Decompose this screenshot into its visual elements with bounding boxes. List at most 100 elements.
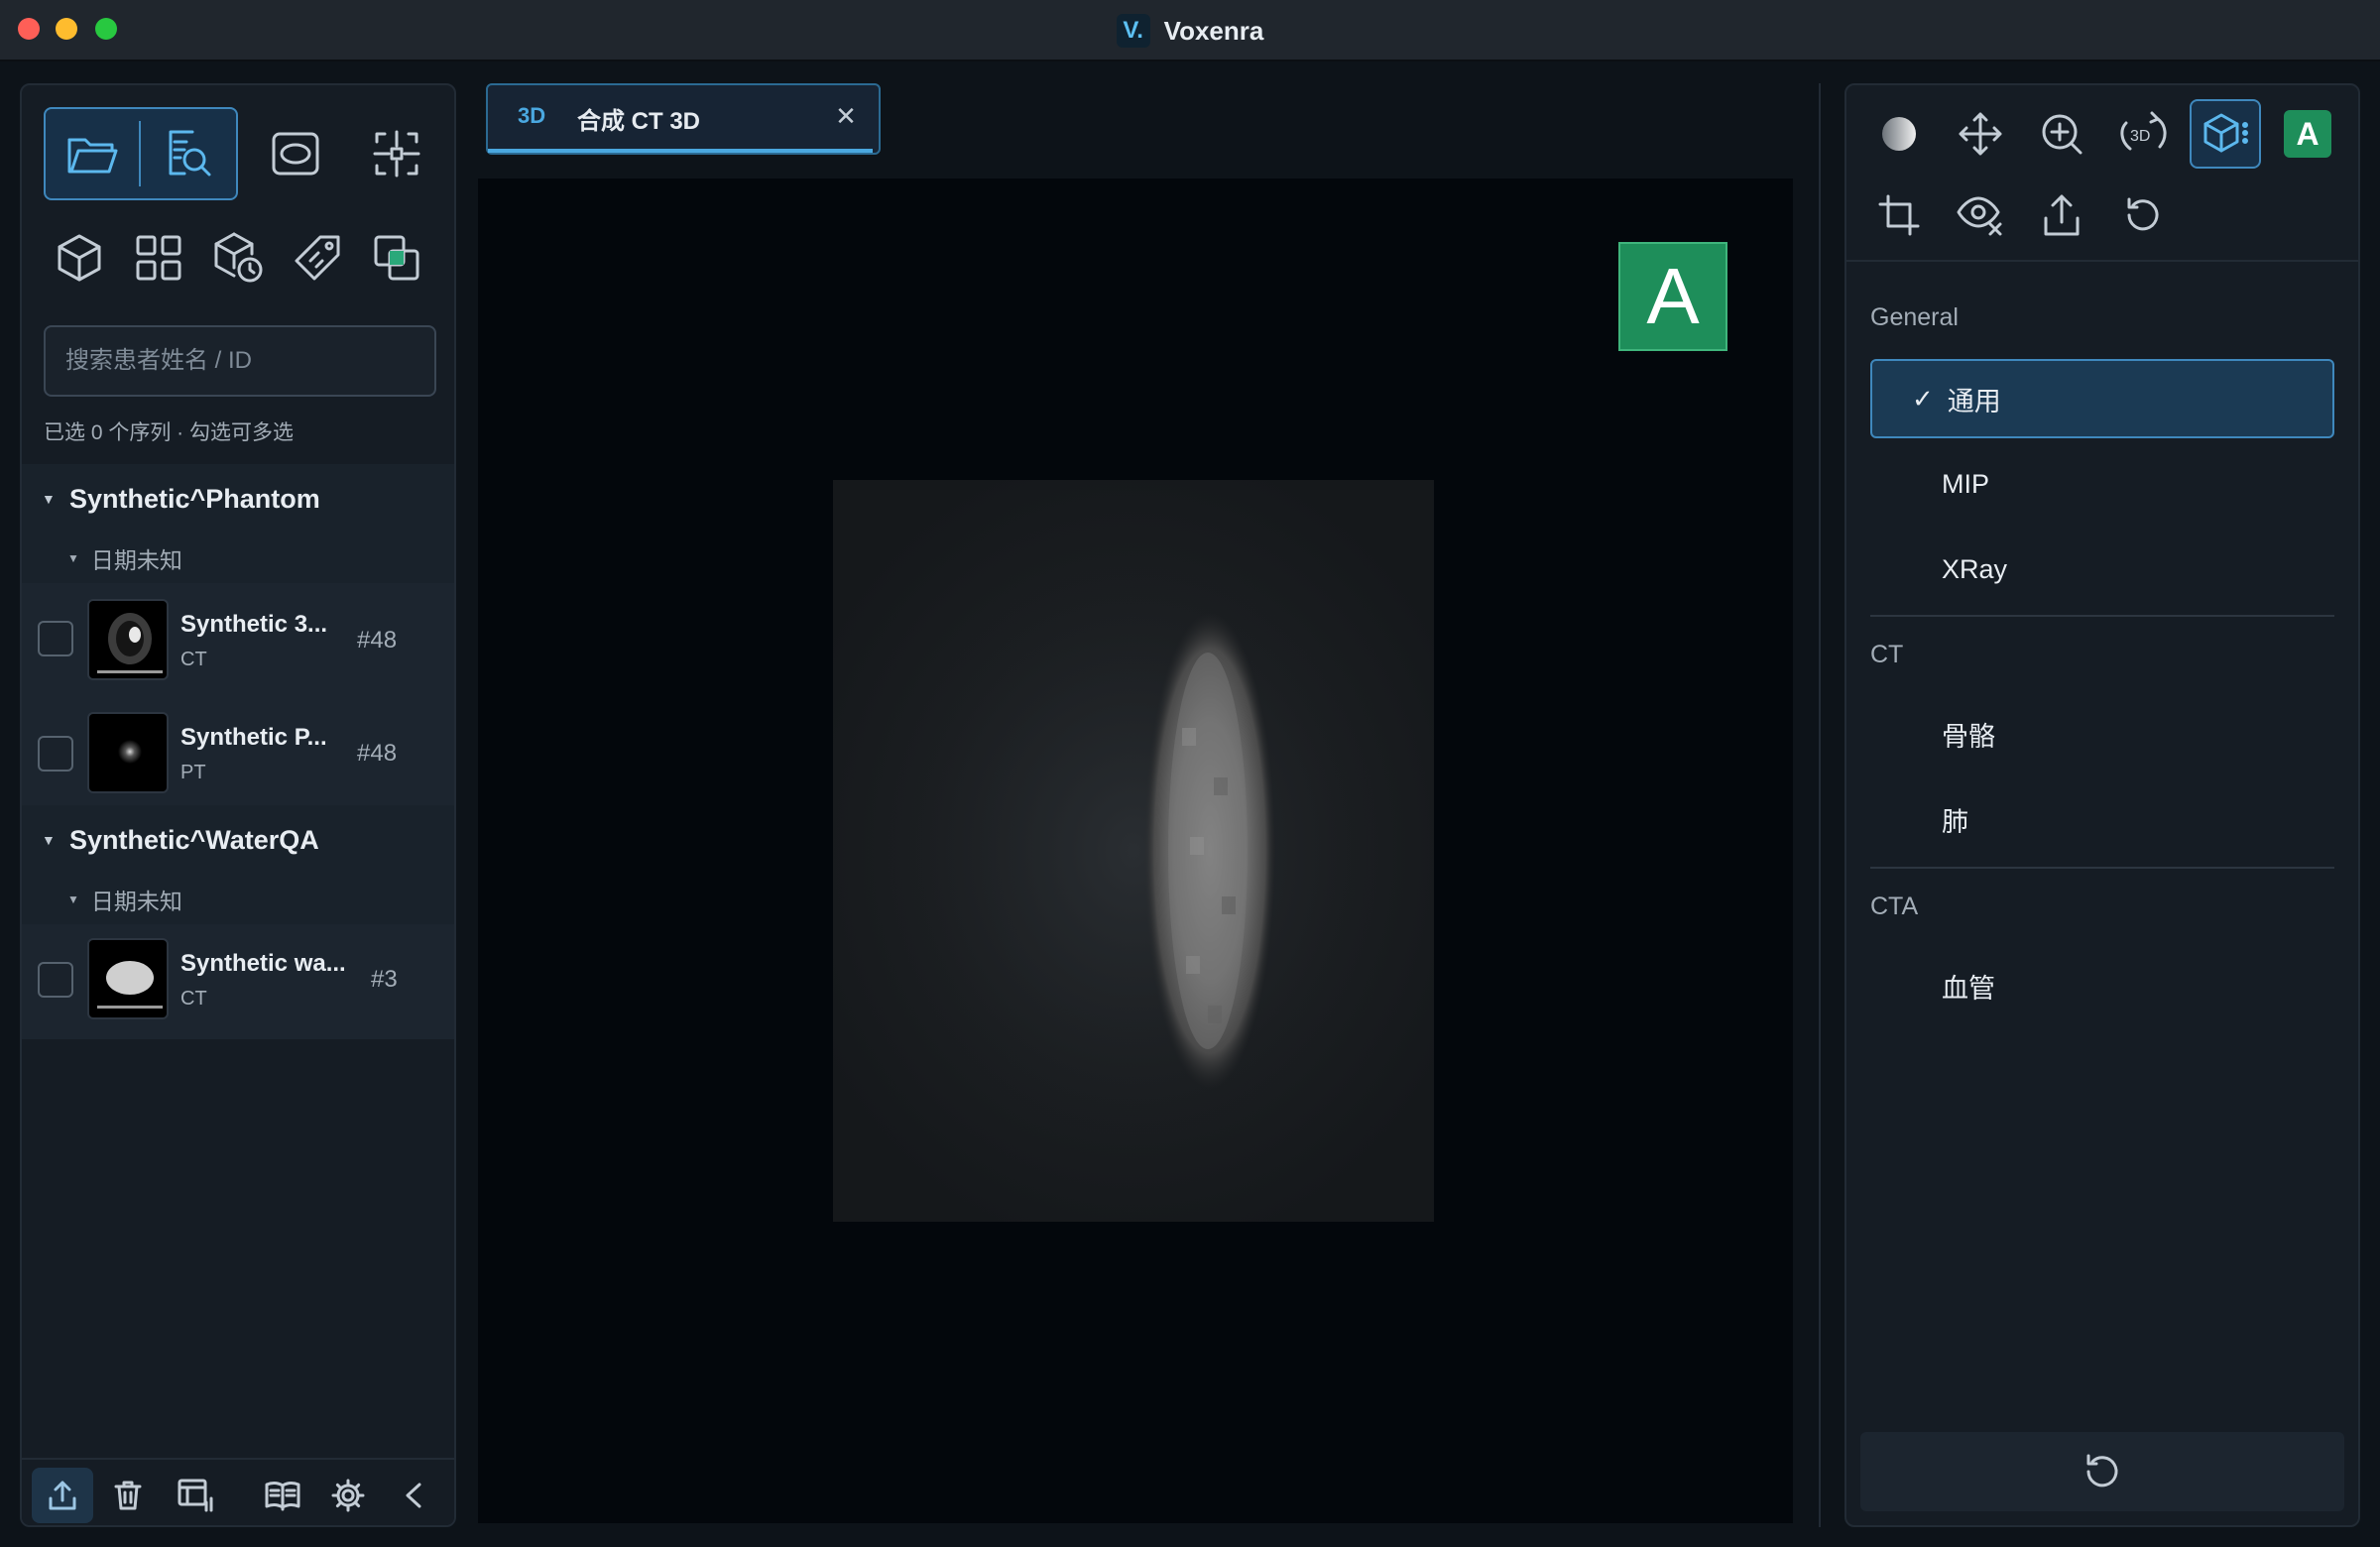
export-button[interactable] bbox=[32, 1468, 93, 1523]
export-view-button[interactable] bbox=[2027, 180, 2096, 250]
overlay-button[interactable] bbox=[363, 224, 430, 292]
layout-table-button[interactable] bbox=[167, 1468, 226, 1523]
tab-label: 合成 CT 3D bbox=[577, 108, 701, 135]
water-ellipse-thumbnail bbox=[87, 938, 169, 1019]
volume-render-icon bbox=[2203, 113, 2248, 153]
preset-lung[interactable]: 肺 bbox=[1870, 779, 2334, 859]
rotate-3d-button[interactable]: 3D bbox=[2108, 99, 2178, 169]
series-count: #48 bbox=[357, 627, 398, 654]
hide-structure-button[interactable] bbox=[1946, 180, 2015, 250]
series-title: Synthetic wa... bbox=[180, 950, 346, 977]
checkmark-icon: ✓ bbox=[1912, 383, 1934, 414]
series-checkbox[interactable] bbox=[38, 962, 73, 998]
series-modality: CT bbox=[180, 988, 207, 1010]
cube-clock-icon bbox=[214, 232, 263, 283]
volume-render-button[interactable] bbox=[2190, 99, 2261, 169]
book-icon bbox=[265, 1482, 300, 1511]
crop-button[interactable] bbox=[1864, 180, 1934, 250]
series-count: #3 bbox=[371, 966, 398, 993]
ellipse-roi-icon bbox=[272, 132, 319, 176]
preset-label: XRay bbox=[1942, 553, 2008, 584]
zoom-in-icon bbox=[2042, 114, 2082, 155]
tab-close-button[interactable]: ✕ bbox=[831, 101, 861, 132]
trash-icon bbox=[114, 1481, 142, 1510]
chevron-left-icon bbox=[406, 1483, 421, 1508]
active-tab-indicator bbox=[488, 149, 873, 153]
preset-label: 血管 bbox=[1942, 973, 1995, 1004]
group-separator bbox=[1870, 867, 2334, 869]
preset-label: 通用 bbox=[1947, 386, 2001, 416]
series-row[interactable]: Synthetic P... PT #48 bbox=[22, 698, 454, 811]
search-document-icon bbox=[169, 130, 211, 177]
annotation-toggle-button[interactable]: A bbox=[2273, 99, 2342, 169]
preset-xray[interactable]: XRay bbox=[1870, 530, 2334, 609]
preset-bone[interactable]: 骨骼 bbox=[1870, 694, 2334, 774]
volume-view-button[interactable] bbox=[46, 224, 113, 292]
rendered-volume bbox=[833, 480, 1434, 1222]
reset-rotate-icon bbox=[2127, 197, 2159, 231]
ct-phantom-thumbnail bbox=[87, 599, 169, 680]
date-group-row[interactable]: ▼ 日期未知 bbox=[22, 875, 454, 924]
patient-row[interactable]: ▼ Synthetic^WaterQA bbox=[22, 805, 454, 875]
crosshair-layout-icon bbox=[373, 130, 420, 178]
delete-button[interactable] bbox=[99, 1468, 157, 1523]
study-browser-panel: 已选 0 个序列 · 勾选可多选 ▼ Synthetic^Phantom ▼ 日… bbox=[20, 83, 456, 1527]
expand-caret-icon: ▼ bbox=[42, 491, 56, 507]
layout-table-icon bbox=[178, 1479, 213, 1512]
rotate-3d-icon: 3D bbox=[2120, 111, 2167, 151]
group-separator bbox=[1870, 615, 2334, 617]
series-checkbox[interactable] bbox=[38, 736, 73, 772]
docs-button[interactable] bbox=[254, 1468, 311, 1523]
series-count: #48 bbox=[357, 740, 398, 767]
roi-button[interactable] bbox=[248, 109, 343, 198]
layers-icon bbox=[374, 235, 419, 281]
preset-label: 骨骼 bbox=[1942, 721, 1995, 752]
settings-button[interactable] bbox=[319, 1468, 377, 1523]
open-folder-button[interactable] bbox=[46, 109, 139, 198]
date-group-row[interactable]: ▼ 日期未知 bbox=[22, 534, 454, 583]
reset-icon bbox=[2086, 1454, 2118, 1488]
expand-caret-icon: ▼ bbox=[42, 832, 56, 848]
preset-vessel[interactable]: 血管 bbox=[1870, 946, 2334, 1025]
preset-general[interactable]: ✓ 通用 bbox=[1870, 359, 2334, 438]
collapse-panel-button[interactable] bbox=[385, 1468, 442, 1523]
tag-icon bbox=[295, 235, 340, 281]
window-level-button[interactable] bbox=[1864, 99, 1934, 169]
preset-group-label: General bbox=[1870, 303, 1959, 331]
tags-button[interactable] bbox=[284, 224, 351, 292]
crop-icon bbox=[1878, 194, 1920, 236]
expand-caret-icon: ▼ bbox=[67, 892, 79, 906]
series-row[interactable]: Synthetic 3... CT #48 bbox=[22, 583, 454, 698]
reset-view-button[interactable] bbox=[2108, 180, 2178, 250]
query-button[interactable] bbox=[141, 109, 236, 198]
zoom-button[interactable] bbox=[2027, 99, 2096, 169]
preset-mip[interactable]: MIP bbox=[1870, 444, 2334, 524]
grid-view-button[interactable] bbox=[125, 224, 192, 292]
series-modality: PT bbox=[180, 762, 206, 783]
panel-divider[interactable] bbox=[1819, 83, 1821, 1527]
volume-history-button[interactable] bbox=[204, 224, 272, 292]
patient-name: Synthetic^Phantom bbox=[69, 483, 320, 514]
browser-bottom-bar bbox=[22, 1458, 454, 1525]
series-checkbox[interactable] bbox=[38, 621, 73, 656]
pan-button[interactable] bbox=[1946, 99, 2015, 169]
contrast-icon bbox=[1882, 117, 1916, 151]
rotate-3d-label: 3D bbox=[2130, 128, 2150, 145]
series-row[interactable]: Synthetic wa... CT #3 bbox=[22, 924, 454, 1039]
preset-label: MIP bbox=[1942, 468, 1990, 499]
grid-icon bbox=[136, 235, 181, 281]
patient-search-input[interactable] bbox=[44, 325, 436, 397]
patient-row[interactable]: ▼ Synthetic^Phantom bbox=[22, 464, 454, 534]
upload-icon bbox=[49, 1481, 76, 1510]
cube-icon bbox=[58, 234, 101, 282]
window-title: V. Voxenra bbox=[0, 0, 2380, 61]
layout-button[interactable] bbox=[349, 109, 444, 198]
reset-preset-button[interactable] bbox=[1860, 1432, 2344, 1511]
app-logo: V. bbox=[1116, 14, 1150, 48]
app-name: Voxenra bbox=[1163, 15, 1264, 46]
patient-name: Synthetic^WaterQA bbox=[69, 824, 319, 855]
preset-group-label: CT bbox=[1870, 641, 1904, 668]
annotation-a-icon: A bbox=[2284, 110, 2331, 158]
preset-label: 肺 bbox=[1942, 806, 1968, 837]
preset-group-label: CTA bbox=[1870, 892, 1919, 920]
